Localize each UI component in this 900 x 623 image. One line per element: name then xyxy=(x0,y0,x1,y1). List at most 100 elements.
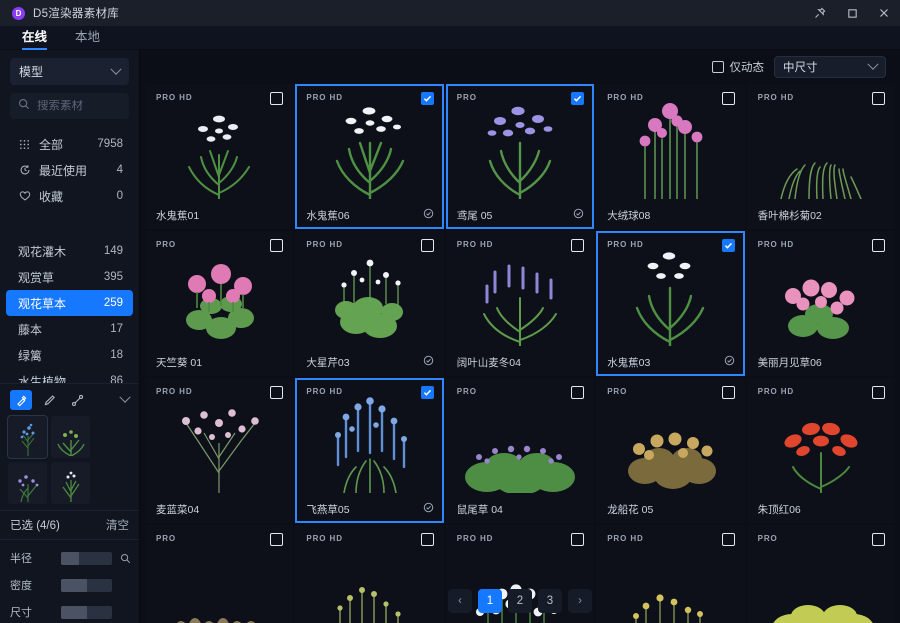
pagination: ‹ 1 2 3 › xyxy=(140,589,900,613)
brush-thumb-1[interactable] xyxy=(8,416,47,458)
category-item-aquatic-plant[interactable]: 水生植物 86 xyxy=(6,368,133,383)
asset-name: 阔叶山麦冬04 xyxy=(457,355,521,370)
app-window: D D5渲染器素材库 在线 本地 xyxy=(0,0,900,623)
asset-name: 大星芹03 xyxy=(306,355,349,370)
asset-footer: 龙船花 05 xyxy=(598,497,742,521)
category-item-ornamental-grass[interactable]: 观赏草 395 xyxy=(6,264,133,290)
asset-thumbnail xyxy=(297,233,441,350)
category-count: 395 xyxy=(104,271,123,283)
sidebar-item-all[interactable]: 全部 7958 xyxy=(6,131,133,157)
tab-online[interactable]: 在线 xyxy=(8,23,61,49)
asset-card[interactable]: PRO HD 阔叶山麦冬04 xyxy=(446,231,594,376)
clear-selection-button[interactable]: 清空 xyxy=(106,517,129,533)
sidebar-top: 模型 xyxy=(0,50,139,119)
category-label: 藤本 xyxy=(18,321,102,338)
asset-thumbnail xyxy=(598,233,742,350)
param-size: 尺寸 xyxy=(10,601,131,623)
category-list[interactable]: 观花灌木 149 观赏草 395 观花草本 259 藤本 17 绿篱 18 xyxy=(0,225,139,383)
asset-card[interactable]: PRO HD xyxy=(295,378,443,523)
asset-type-dropdown[interactable]: 模型 xyxy=(10,58,129,85)
page-button-2[interactable]: 2 xyxy=(508,589,532,613)
category-label: 观赏草 xyxy=(18,269,96,286)
sidebar-item-favorites[interactable]: 收藏 0 xyxy=(6,183,133,209)
scatter-brush-icon[interactable] xyxy=(10,390,32,410)
asset-thumbnail xyxy=(147,233,291,350)
category-item-flowering-shrub[interactable]: 观花灌木 149 xyxy=(6,238,133,264)
asset-card[interactable]: PRO HD xyxy=(596,231,744,376)
sidebar-item-all-count: 7958 xyxy=(97,138,123,150)
asset-thumbnail xyxy=(147,86,291,203)
asset-footer: 鸢尾 05 xyxy=(448,203,592,227)
brush-thumb-3[interactable] xyxy=(8,462,47,504)
close-icon[interactable] xyxy=(868,0,900,26)
pen-draw-icon[interactable] xyxy=(38,390,60,410)
selection-count-label: 已选 (4/6) xyxy=(10,517,60,533)
selection-bar: 已选 (4/6) 清空 xyxy=(0,510,139,540)
pin-icon[interactable] xyxy=(804,0,836,26)
next-page-button[interactable]: › xyxy=(568,589,592,613)
path-line-icon[interactable] xyxy=(66,390,88,410)
tab-local[interactable]: 本地 xyxy=(61,23,114,49)
asset-card[interactable]: PRO HD xyxy=(295,231,443,376)
asset-card[interactable]: PRO HD 香叶棉杉菊02 xyxy=(747,84,895,229)
only-dynamic-checkbox[interactable] xyxy=(712,61,724,73)
search-icon xyxy=(18,97,30,115)
asset-name: 天竺葵 01 xyxy=(156,355,202,370)
tab-bar: 在线 本地 xyxy=(0,26,900,50)
asset-footer: 水鬼蕉01 xyxy=(147,203,291,227)
downloaded-icon xyxy=(423,208,434,222)
category-count: 18 xyxy=(110,349,123,361)
asset-name: 大绒球08 xyxy=(607,208,650,223)
search-box[interactable] xyxy=(10,93,129,119)
size-dropdown[interactable]: 中尺寸 xyxy=(774,56,886,78)
asset-browser: 仅动态 中尺寸 PRO HD xyxy=(140,50,900,623)
sidebar: 模型 xyxy=(0,50,140,623)
asset-name: 美丽月见草06 xyxy=(758,355,822,370)
asset-name: 飞燕草05 xyxy=(306,502,349,517)
prev-page-button[interactable]: ‹ xyxy=(448,589,472,613)
asset-card[interactable]: PRO xyxy=(596,378,744,523)
category-label: 观花草本 xyxy=(18,295,96,312)
brush-thumbnails xyxy=(0,414,139,510)
only-dynamic-toggle[interactable]: 仅动态 xyxy=(712,59,765,75)
sidebar-item-recent-count: 4 xyxy=(117,164,123,176)
asset-card[interactable]: PRO HD xyxy=(145,84,293,229)
maximize-icon[interactable] xyxy=(836,0,868,26)
brush-chevron-down-icon[interactable] xyxy=(119,392,130,403)
grid-icon xyxy=(18,138,31,151)
downloaded-icon xyxy=(423,355,434,369)
brush-thumb-2[interactable] xyxy=(51,416,90,458)
asset-thumbnail xyxy=(448,233,592,350)
sidebar-item-all-label: 全部 xyxy=(39,136,89,153)
only-dynamic-label: 仅动态 xyxy=(730,59,765,75)
param-radius-slider[interactable] xyxy=(61,552,112,565)
asset-card[interactable]: PRO HD xyxy=(295,84,443,229)
param-density-slider[interactable] xyxy=(61,579,112,592)
sidebar-item-recent[interactable]: 最近使用 4 xyxy=(6,157,133,183)
sidebar-item-recent-label: 最近使用 xyxy=(39,162,109,179)
category-item-hedge[interactable]: 绿篱 18 xyxy=(6,342,133,368)
category-label: 水生植物 xyxy=(18,373,102,384)
asset-card[interactable]: PRO HD xyxy=(747,231,895,376)
asset-card[interactable]: PRO xyxy=(446,84,594,229)
category-item-partial[interactable] xyxy=(6,225,133,238)
asset-footer: 水鬼蕉03 xyxy=(598,350,742,374)
asset-name: 鸢尾 05 xyxy=(457,208,493,223)
search-input[interactable] xyxy=(37,100,121,112)
param-size-slider[interactable] xyxy=(61,606,112,619)
category-item-flowering-herb[interactable]: 观花草本 259 xyxy=(6,290,133,316)
asset-card[interactable]: PRO xyxy=(446,378,594,523)
page-button-1[interactable]: 1 xyxy=(478,589,502,613)
asset-name: 水鬼蕉01 xyxy=(156,208,199,223)
asset-card[interactable]: PRO xyxy=(145,231,293,376)
category-item-vine[interactable]: 藤本 17 xyxy=(6,316,133,342)
asset-card[interactable]: PRO HD xyxy=(145,378,293,523)
brush-parameters: 半径 密度 尺寸 xyxy=(0,540,139,623)
asset-footer: 天竺葵 01 xyxy=(147,350,291,374)
asset-card[interactable]: PRO HD xyxy=(747,378,895,523)
asset-footer: 水鬼蕉06 xyxy=(297,203,441,227)
page-button-3[interactable]: 3 xyxy=(538,589,562,613)
brush-thumb-4[interactable] xyxy=(51,462,90,504)
radius-measure-icon[interactable] xyxy=(119,553,131,564)
asset-card[interactable]: PRO HD xyxy=(596,84,744,229)
